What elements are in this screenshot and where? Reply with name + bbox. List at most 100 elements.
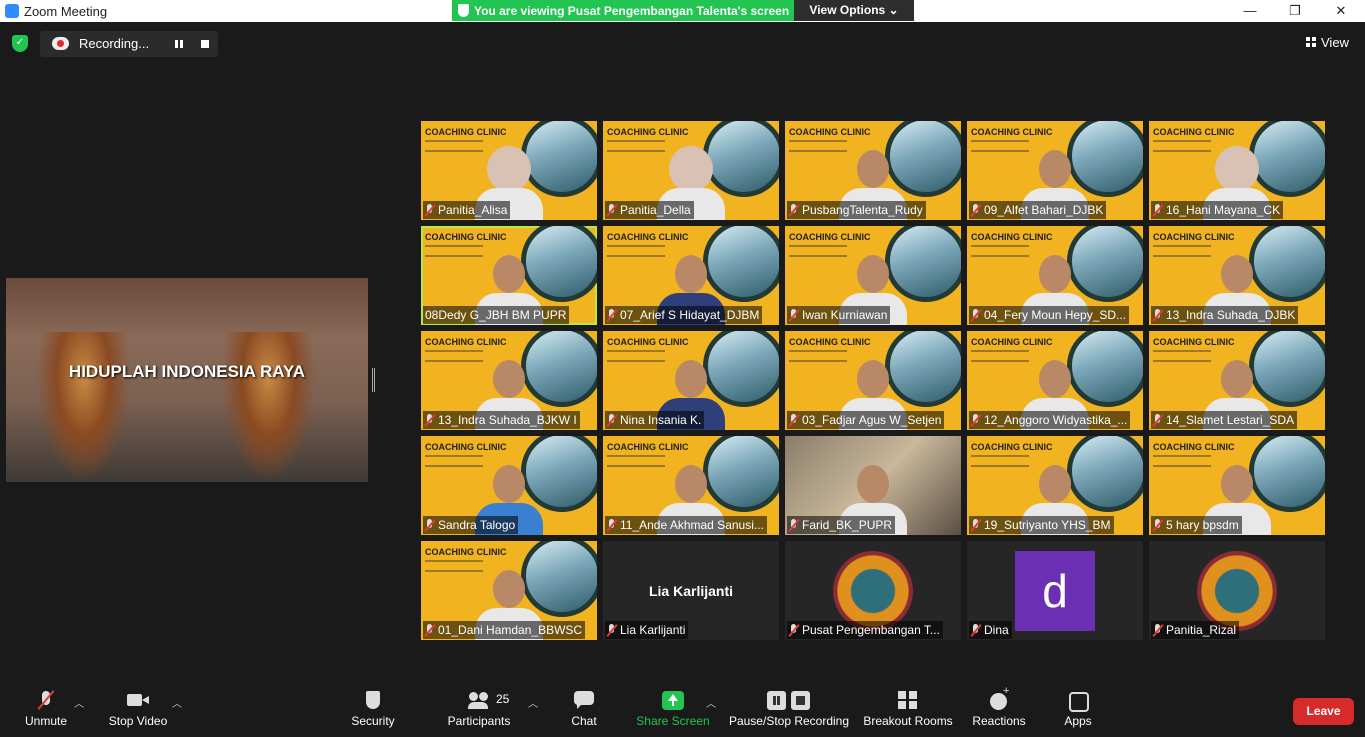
view-options-button[interactable]: View Options ⌄ (794, 0, 914, 21)
participant-video-tile[interactable]: COACHING CLINIC 13_Indra Suhada_DJBK (1149, 226, 1325, 325)
participants-options-chevron-icon[interactable]: ︿ (528, 695, 538, 710)
view-label: View (1321, 35, 1349, 50)
chat-button[interactable]: Chat (564, 681, 604, 737)
stop-recording-icon[interactable] (201, 40, 209, 48)
participant-name-tag: 03_Fadjar Agus W_Setjen (787, 411, 945, 429)
participant-video-tile[interactable]: COACHING CLINIC Nina Insania K. (603, 331, 779, 430)
participants-icon (468, 691, 490, 710)
maximize-button[interactable]: ❐ (1272, 2, 1318, 20)
share-banner-text: You are viewing Pusat Pengembangan Talen… (474, 4, 790, 18)
unmute-button[interactable]: Unmute (20, 681, 72, 737)
muted-mic-icon (971, 309, 980, 321)
virtual-background-title: COACHING CLINIC (789, 337, 871, 347)
participant-video-tile[interactable]: COACHING CLINIC 07_Arief S Hidayat_DJBM (603, 226, 779, 325)
grid-icon (1306, 37, 1316, 47)
breakout-rooms-label: Breakout Rooms (863, 714, 953, 728)
panel-resize-handle[interactable] (372, 368, 375, 392)
participant-video-tile[interactable]: COACHING CLINIC 04_Fery Moun Hepy_SD... (967, 226, 1143, 325)
leave-meeting-button[interactable]: Leave (1293, 698, 1354, 725)
virtual-background-title: COACHING CLINIC (425, 442, 507, 452)
participant-video-tile[interactable]: COACHING CLINIC 16_Hani Mayana_CK (1149, 121, 1325, 220)
muted-mic-icon (35, 691, 57, 710)
participant-name-tag: 11_Ande Akhmad Sanusi... (605, 516, 767, 534)
participant-name-tag: Lia Karlijanti (605, 621, 689, 639)
participant-display-name: Lia Karlijanti (648, 583, 734, 599)
encryption-shield-icon[interactable]: ✓ (12, 35, 28, 52)
recording-indicator: Recording... (40, 31, 218, 57)
participant-video-tile[interactable]: COACHING CLINIC PusbangTalenta_Rudy (785, 121, 961, 220)
participant-name-tag: Panitia_Rizal (1151, 621, 1240, 639)
pause-stop-recording-button[interactable]: Pause/Stop Recording (728, 681, 850, 737)
participant-video-tile[interactable]: d Dina (967, 541, 1143, 640)
participant-video-tile[interactable]: COACHING CLINIC 5 hary bpsdm (1149, 436, 1325, 535)
participant-name: Lia Karlijanti (620, 623, 686, 637)
reaction-smiley-icon (988, 685, 1010, 710)
audio-options-chevron-icon[interactable]: ︿ (74, 695, 84, 710)
participant-name-tag: Panitia_Della (605, 201, 694, 219)
muted-mic-icon (789, 624, 798, 636)
muted-mic-icon (607, 624, 616, 636)
muted-mic-icon (607, 414, 616, 426)
zoom-app-icon (5, 4, 19, 18)
video-options-chevron-icon[interactable]: ︿ (172, 695, 182, 710)
pause-stop-recording-label: Pause/Stop Recording (728, 714, 850, 728)
participant-name: Nina Insania K. (620, 413, 702, 427)
participant-video-tile[interactable]: Panitia_Rizal (1149, 541, 1325, 640)
muted-mic-icon (789, 414, 798, 426)
participant-video-tile[interactable]: COACHING CLINIC 14_Slamet Lestari_SDA (1149, 331, 1325, 430)
virtual-background-title: COACHING CLINIC (971, 442, 1053, 452)
participant-name: 07_Arief S Hidayat_DJBM (620, 308, 760, 322)
participant-name-tag: Nina Insania K. (605, 411, 705, 429)
participant-video-tile[interactable]: Farid_BK_PUPR (785, 436, 961, 535)
apps-icon (1067, 691, 1089, 712)
participant-video-tile[interactable]: COACHING CLINIC Panitia_Alisa (421, 121, 597, 220)
participant-video-tile[interactable]: Pusat Pengembangan T... (785, 541, 961, 640)
shield-icon (458, 4, 469, 17)
shared-screen-view[interactable]: HIDUPLAH INDONESIA RAYA (6, 278, 368, 482)
reactions-button[interactable]: Reactions (970, 681, 1028, 737)
participant-name-tag: 12_Anggoro Widyastika_... (969, 411, 1131, 429)
view-layout-button[interactable]: View (1306, 35, 1349, 50)
participant-video-tile[interactable]: COACHING CLINIC 09_Alfet Bahari_DJBK (967, 121, 1143, 220)
video-camera-icon (127, 691, 149, 710)
pause-recording-icon[interactable] (175, 40, 183, 48)
close-button[interactable]: ✕ (1318, 2, 1364, 20)
virtual-background-title: COACHING CLINIC (789, 127, 871, 137)
participant-name-tag: 08Dedy G_JBH BM PUPR (423, 306, 570, 324)
participants-label: Participants (447, 714, 511, 728)
participant-video-tile[interactable]: COACHING CLINIC 13_Indra Suhada_BJKW I (421, 331, 597, 430)
participant-video-tile[interactable]: COACHING CLINIC 19_Sutriyanto YHS_BM (967, 436, 1143, 535)
participant-name-tag: Iwan Kurniawan (787, 306, 891, 324)
participant-video-tile[interactable]: COACHING CLINIC 01_Dani Hamdan_BBWSC (421, 541, 597, 640)
minimize-button[interactable]: — (1227, 2, 1273, 20)
participant-video-tile[interactable]: COACHING CLINIC Panitia_Della (603, 121, 779, 220)
participant-name-tag: 01_Dani Hamdan_BBWSC (423, 621, 586, 639)
apps-button[interactable]: Apps (1060, 681, 1096, 737)
participants-button[interactable]: Participants (444, 681, 514, 737)
share-screen-button[interactable]: Share Screen (634, 681, 712, 737)
security-button[interactable]: Security (348, 681, 398, 737)
muted-mic-icon (1153, 309, 1162, 321)
participant-video-tile[interactable]: Lia Karlijanti Lia Karlijanti (603, 541, 779, 640)
participant-name: 13_Indra Suhada_DJBK (1166, 308, 1296, 322)
virtual-background-title: COACHING CLINIC (789, 232, 871, 242)
participant-name-tag: 19_Sutriyanto YHS_BM (969, 516, 1114, 534)
participant-video-tile[interactable]: COACHING CLINIC 12_Anggoro Widyastika_... (967, 331, 1143, 430)
participant-name-tag: 5 hary bpsdm (1151, 516, 1242, 534)
share-options-chevron-icon[interactable]: ︿ (706, 695, 716, 710)
breakout-rooms-button[interactable]: Breakout Rooms (862, 681, 954, 737)
virtual-background-title: COACHING CLINIC (425, 127, 507, 137)
virtual-background-title: COACHING CLINIC (607, 337, 689, 347)
participant-video-tile[interactable]: COACHING CLINIC Iwan Kurniawan (785, 226, 961, 325)
participant-name: 09_Alfet Bahari_DJBK (984, 203, 1104, 217)
participant-video-tile[interactable]: COACHING CLINIC 11_Ande Akhmad Sanusi... (603, 436, 779, 535)
participant-video-tile[interactable]: COACHING CLINIC Sandra Talogo (421, 436, 597, 535)
participant-video-tile[interactable]: COACHING CLINIC 03_Fadjar Agus W_Setjen (785, 331, 961, 430)
participant-name: Farid_BK_PUPR (802, 518, 893, 532)
meeting-toolbar: Unmute ︿ Stop Video ︿ Security Participa… (0, 681, 1365, 737)
stop-video-button[interactable]: Stop Video (104, 681, 172, 737)
participant-name-tag: 16_Hani Mayana_CK (1151, 201, 1284, 219)
participant-video-tile[interactable]: COACHING CLINIC 08Dedy G_JBH BM PUPR (421, 226, 597, 325)
participant-name-tag: Sandra Talogo (423, 516, 519, 534)
virtual-background-title: COACHING CLINIC (971, 232, 1053, 242)
